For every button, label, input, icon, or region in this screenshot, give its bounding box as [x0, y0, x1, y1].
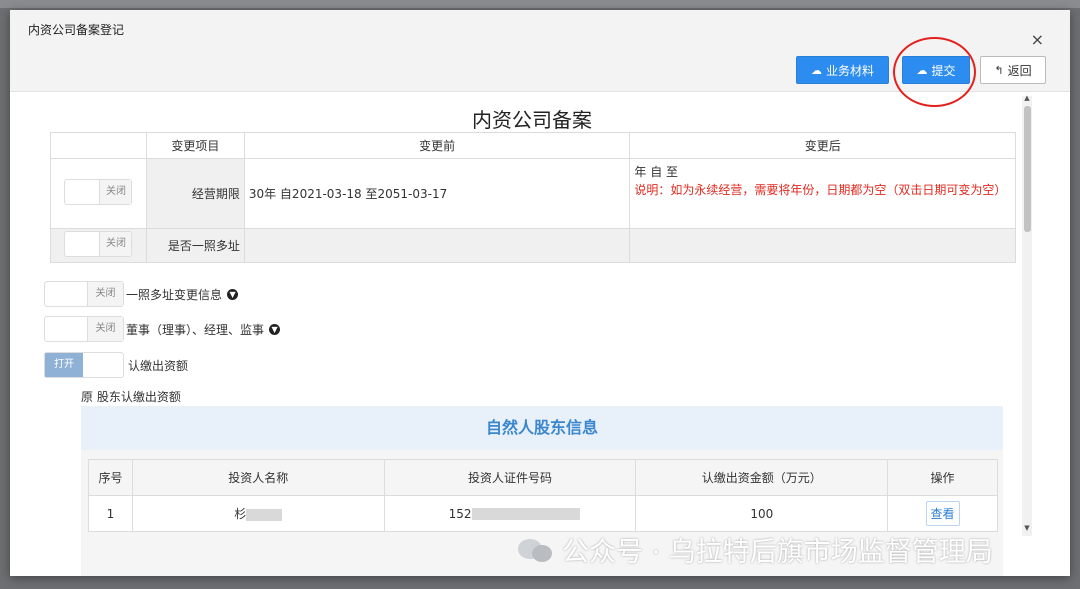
shareholder-section-title: 自然人股东信息 — [81, 406, 1003, 450]
before-operating-period: 30年 自2021-03-18 至2051-03-17 — [243, 158, 631, 229]
cell-investor-name: 杉 — [131, 495, 385, 532]
cell-amount: 100 — [635, 495, 889, 532]
toggle-multi-address[interactable]: 关闭 — [64, 231, 133, 257]
operating-period-note: 说明：如为永续经营，需要将年份，日期都为空（双击日期可变为空） — [634, 183, 1007, 197]
before-multi-address — [243, 228, 631, 263]
toggle-directors-managers[interactable]: 关闭 — [44, 316, 124, 342]
watermark-text: 公众号 · 乌拉特后旗市场监督管理局 — [562, 537, 993, 568]
cell-index: 1 — [88, 495, 133, 532]
return-arrow-icon: ↰ — [994, 63, 1004, 77]
chevron-down-icon[interactable]: ▼ — [227, 288, 239, 300]
close-icon[interactable]: × — [1031, 30, 1044, 49]
shareholder-table-header: 序号 投资人名称 投资人证件号码 认缴出资金额（万元） 操作 — [88, 459, 998, 496]
header-action: 操作 — [887, 459, 998, 496]
background-page — [0, 0, 1080, 8]
header-index: 序号 — [88, 459, 133, 496]
submit-label: 提交 — [931, 63, 956, 78]
watermark: 公众号 · 乌拉特后旗市场监督管理局 — [518, 530, 993, 569]
cloud-upload-icon: ☁ — [916, 63, 928, 77]
after-multi-address — [629, 228, 1016, 263]
cloud-upload-icon: ☁ — [810, 63, 822, 77]
toggle-multi-address-info[interactable]: 关闭 — [44, 281, 124, 307]
redaction-blur — [471, 508, 580, 520]
chevron-down-icon[interactable]: ▼ — [269, 323, 281, 335]
item-operating-period: 经营期限 — [145, 158, 245, 229]
header-amount: 认缴出资金额（万元） — [635, 459, 889, 496]
scroll-up-arrow-icon[interactable]: ▲ — [1022, 94, 1032, 102]
table-row: 1 杉 152 100 查看 — [88, 495, 998, 532]
business-materials-label: 业务材料 — [825, 63, 874, 78]
section-subscribed-capital[interactable]: 打开 认缴出资额 — [44, 352, 188, 378]
table-row: 关闭 经营期限 30年 自2021-03-18 至2051-03-17 年 自 … — [50, 158, 1016, 229]
scrollbar-thumb[interactable] — [1024, 106, 1031, 232]
submit-button[interactable]: ☁ 提交 — [902, 56, 970, 84]
item-multi-address: 是否一照多址 — [145, 228, 245, 263]
header-id-number: 投资人证件号码 — [383, 459, 637, 496]
page-title: 内资公司备案 — [472, 108, 592, 132]
toggle-subscribed-capital[interactable]: 打开 — [44, 352, 124, 378]
change-table-header: 变更项目 变更前 变更后 — [50, 132, 1016, 159]
redaction-blur — [246, 508, 283, 521]
header-investor-name: 投资人名称 — [131, 459, 385, 496]
table-row: 关闭 是否一照多址 — [50, 228, 1016, 263]
dialog-title: 内资公司备案登记 — [28, 23, 125, 37]
filing-dialog: 内资公司备案登记 × ☁ 业务材料 ☁ 提交 ↰ 返回 内资公司备案 变更项目 … — [10, 10, 1070, 576]
change-table: 变更项目 变更前 变更后 关闭 经营期限 30年 自2021-03-18 至20… — [50, 132, 1016, 263]
back-label: 返回 — [1007, 63, 1032, 78]
header-before: 变更前 — [243, 132, 631, 159]
original-capital-label: 原 股东认缴出资额 — [81, 390, 181, 404]
header-after: 变更后 — [629, 132, 1016, 159]
business-materials-button[interactable]: ☁ 业务材料 — [796, 56, 889, 84]
section-label: 董事（理事）、经理、监事 — [126, 322, 265, 337]
shareholder-table: 序号 投资人名称 投资人证件号码 认缴出资金额（万元） 操作 1 杉 152 1… — [88, 459, 998, 532]
wechat-icon — [518, 535, 554, 565]
after-period-value[interactable]: 年 自 至 — [634, 163, 1011, 180]
section-multi-address-info[interactable]: 关闭 一照多址变更信息 ▼ — [44, 281, 239, 307]
section-label: 一照多址变更信息 — [126, 287, 223, 302]
action-toolbar: ☁ 业务材料 ☁ 提交 ↰ 返回 — [10, 48, 1070, 92]
form-content: 内资公司备案 变更项目 变更前 变更后 关闭 经营期限 30年 自2021-03… — [44, 92, 1020, 576]
after-operating-period[interactable]: 年 自 至 说明：如为永续经营，需要将年份，日期都为空（双击日期可变为空） — [629, 158, 1016, 229]
section-label: 认缴出资额 — [128, 358, 189, 373]
scroll-down-arrow-icon[interactable]: ▼ — [1022, 524, 1032, 532]
cell-action: 查看 — [887, 495, 998, 532]
toggle-operating-period[interactable]: 关闭 — [64, 179, 133, 205]
header-change-item: 变更项目 — [145, 132, 245, 159]
dialog-header: 内资公司备案登记 × — [10, 10, 1070, 49]
back-button[interactable]: ↰ 返回 — [980, 56, 1046, 84]
section-directors-managers[interactable]: 关闭 董事（理事）、经理、监事 ▼ — [44, 316, 281, 342]
cell-id-number: 152 — [383, 495, 637, 532]
view-button[interactable]: 查看 — [925, 501, 960, 526]
